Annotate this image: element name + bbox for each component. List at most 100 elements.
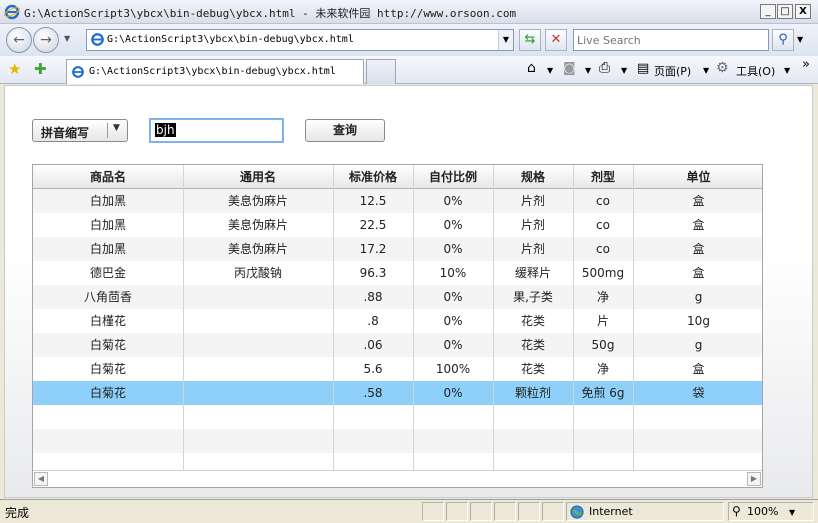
column-header-unit[interactable]: 单位 [633,165,762,189]
select-separator [107,123,108,138]
table-cell: 花类 [520,314,545,328]
add-favorites-icon[interactable]: ✚ [34,60,47,78]
back-arrow-icon: ← [13,32,25,48]
table-row[interactable]: 白加黑 美息伪麻片 12.5 0% 片剂 co 盒 [33,189,762,213]
column-header-generic-name[interactable]: 通用名 [183,165,333,189]
window-title: G:\ActionScript3\ybcx\bin-debug\ybcx.htm… [24,7,517,20]
tab-current[interactable]: G:\ActionScript3\ybcx\bin-debug\ybcx.htm… [66,59,364,84]
page-menu[interactable]: 页面(P) [654,63,691,79]
tools-menu[interactable]: 工具(O) [736,63,775,79]
table-cell: 白槿花 [89,314,126,328]
table-header: 商品名 通用名 标准价格 自付比例 规格 剂型 单位 [33,165,762,189]
refresh-button[interactable]: ⇆ [519,29,541,51]
table-cell: 片剂 [520,242,545,256]
new-tab-button[interactable] [366,59,396,84]
zone-text: Internet [589,505,633,518]
search-mode-value: 拼音缩写 [41,126,90,140]
status-pane [542,502,564,521]
table-cell [183,357,333,381]
forward-arrow-icon: → [40,32,52,48]
forward-button[interactable]: → [33,27,59,53]
search-button[interactable]: ⚲ [772,29,794,51]
column-divider [413,165,414,470]
page-icon: ▤ [637,61,650,76]
print-dropdown-icon[interactable]: ▼ [621,66,627,75]
close-button[interactable]: X [795,4,811,19]
query-button[interactable]: 查询 [305,119,385,142]
table-cell: 12.5 [359,194,387,208]
table-cell: 0% [443,386,463,400]
search-input[interactable] [577,31,767,49]
table-cell: 花类 [520,362,545,376]
table-cell: 100% [435,362,471,376]
query-input-value[interactable]: bjh [155,123,176,137]
page-dropdown-icon[interactable]: ▼ [703,66,709,75]
feeds-icon[interactable]: ◙ [563,61,576,76]
globe-icon [570,505,584,519]
status-pane [446,502,468,521]
zoom-level[interactable]: 100% [747,505,778,518]
address-url[interactable]: G:\ActionScript3\ybcx\bin-debug\ybcx.htm… [107,34,354,45]
table-cell: 盒 [692,218,705,232]
minimize-button[interactable]: _ [760,4,776,19]
refresh-icon: ⇆ [524,32,536,47]
column-header-standard-price[interactable]: 标准价格 [333,165,413,189]
table-cell: 0% [443,218,463,232]
scroll-right-icon[interactable]: ▶ [747,472,761,486]
column-header-product-name[interactable]: 商品名 [33,165,183,189]
zoom-dropdown-icon[interactable]: ▼ [789,508,795,517]
page-content: 拼音缩写 ▼ bjh 查询 商品名 通用名 标准价格 自付比例 规格 剂型 单位 白加黑美息… [4,85,813,498]
table-cell: 美息伪麻片 [227,242,288,256]
scroll-left-icon[interactable]: ◀ [34,472,48,486]
favorites-star-icon[interactable]: ★ [8,60,21,78]
column-header-spec[interactable]: 规格 [493,165,573,189]
back-button[interactable]: ← [6,27,32,53]
search-box[interactable] [573,29,769,51]
home-dropdown-icon[interactable]: ▼ [547,66,553,75]
address-dropdown-icon[interactable]: ▼ [498,30,513,50]
table-row[interactable]: 白菊花 .06 0% 花类 50g g [33,333,762,357]
table-cell: 白加黑 [89,242,126,256]
table-cell: 净 [596,362,609,376]
more-commands[interactable]: » [802,57,810,72]
table-cell: 10g [687,314,710,328]
feeds-dropdown-icon[interactable]: ▼ [585,66,591,75]
maximize-button[interactable]: □ [777,4,793,19]
home-icon[interactable]: ⌂ [527,60,536,76]
table-row[interactable]: 德巴金 丙戊酸钠 96.3 10% 缓释片 500mg 盒 [33,261,762,285]
table-row[interactable]: 白槿花 .8 0% 花类 片 10g [33,309,762,333]
table-cell [183,285,333,309]
tools-dropdown-icon[interactable]: ▼ [784,66,790,75]
column-header-dosage-form[interactable]: 剂型 [573,165,633,189]
table-row[interactable]: 八角茴香 .88 0% 果,子类 净 g [33,285,762,309]
table-cell [183,309,333,333]
history-dropdown-icon[interactable]: ▼ [64,34,70,43]
table-cell: 美息伪麻片 [227,218,288,232]
table-cell: 白加黑 [89,218,126,232]
table-row[interactable]: 白菊花 5.6 100% 花类 净 盒 [33,357,762,381]
table-row[interactable]: 白加黑 美息伪麻片 22.5 0% 片剂 co 盒 [33,213,762,237]
horizontal-scrollbar[interactable]: ◀ ▶ [33,470,762,487]
table-row[interactable]: 白加黑 美息伪麻片 17.2 0% 片剂 co 盒 [33,237,762,261]
table-cell: 0% [443,290,463,304]
table-cell: 美息伪麻片 [227,194,288,208]
table-cell: 500mg [581,266,625,280]
column-header-copay-ratio[interactable]: 自付比例 [413,165,493,189]
search-options-icon[interactable]: ▼ [797,35,803,44]
table-row[interactable]: 白菊花 .58 0% 颗粒剂 免煎 6g 袋 [33,381,762,405]
table-cell: 盒 [692,266,705,280]
print-icon[interactable]: ⎙ [599,60,610,76]
table-cell: 50g [591,338,615,352]
table-cell: 八角茴香 [83,290,132,304]
table-cell: 白菊花 [89,362,126,376]
status-pane [422,502,444,521]
query-input[interactable]: bjh [149,118,284,143]
search-icon: ⚲ [778,32,788,47]
table-cell: 净 [596,290,609,304]
search-mode-select[interactable]: 拼音缩写 ▼ [32,119,128,142]
ie-icon [4,4,20,20]
zoom-pane[interactable]: ⚲ 100% ▼ [728,502,814,521]
column-divider [183,165,184,470]
stop-button[interactable]: ✕ [545,29,567,51]
address-bar[interactable]: G:\ActionScript3\ybcx\bin-debug\ybcx.htm… [86,29,514,51]
